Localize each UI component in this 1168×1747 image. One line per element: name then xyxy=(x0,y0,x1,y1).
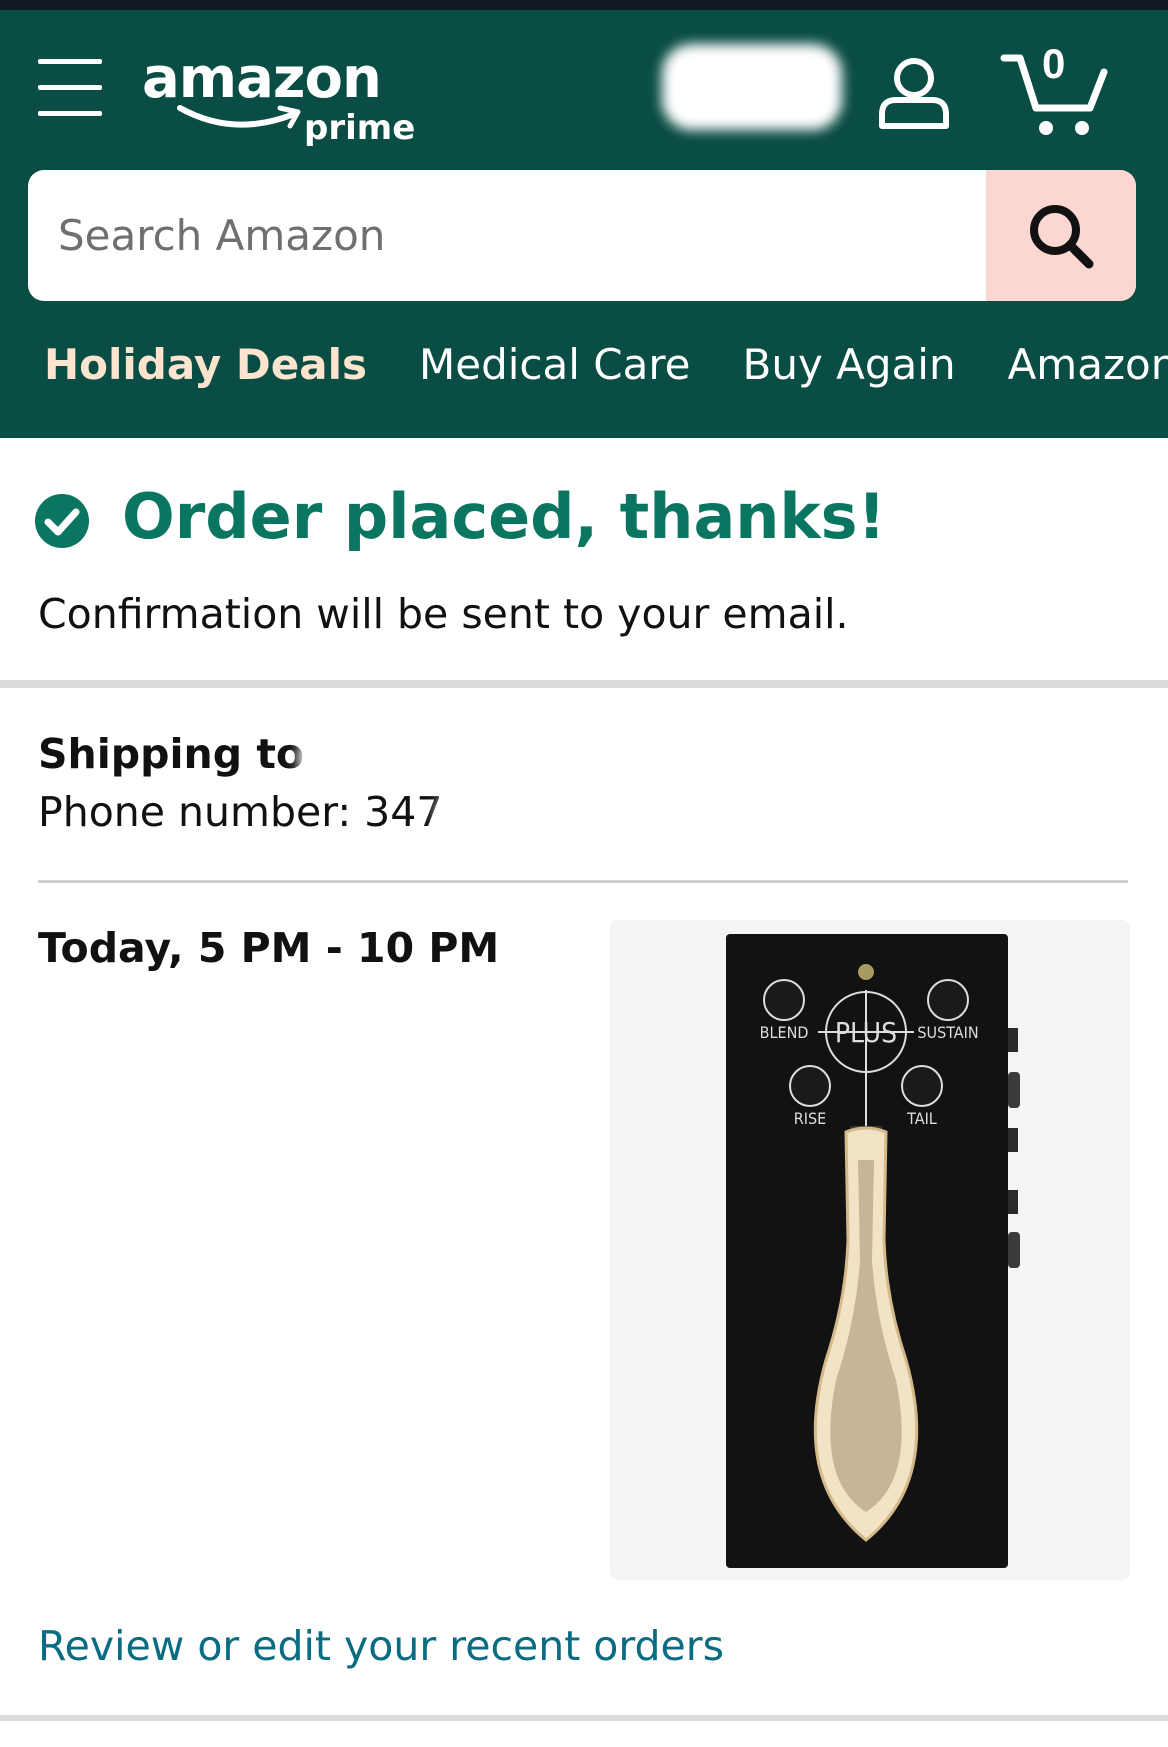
account-chevron-icon[interactable]: › xyxy=(850,72,862,107)
amazon-prime-logo[interactable]: amazon prime xyxy=(142,40,432,160)
cart-button[interactable]: 0 xyxy=(1000,38,1120,138)
confirmation-subtitle: Confirmation will be sent to your email. xyxy=(38,590,849,638)
pedal-blend-label: BLEND xyxy=(760,1023,809,1042)
redacted-phone-digits xyxy=(436,794,664,838)
pedal-sustain-label: SUSTAIN xyxy=(917,1023,978,1042)
search-input[interactable] xyxy=(28,170,988,301)
search-bar xyxy=(28,170,1136,301)
account-icon[interactable] xyxy=(876,54,952,130)
redacted-account-name xyxy=(662,44,842,130)
nav-medical-care[interactable]: Medical Care xyxy=(419,340,691,389)
delivery-window: Today, 5 PM - 10 PM xyxy=(38,924,500,972)
app-header: amazon prime › 0 Holiday Deals Medical Ca… xyxy=(0,10,1168,438)
redacted-shipping-name xyxy=(298,736,1078,780)
search-icon xyxy=(1030,204,1094,268)
shipping-to: Shipping to xyxy=(38,730,304,778)
logo-prime-text: prime xyxy=(304,108,416,148)
section-divider xyxy=(0,680,1168,688)
check-circle-icon xyxy=(35,494,89,548)
pedal-rise-label: RISE xyxy=(794,1109,826,1128)
nav-holiday-deals[interactable]: Holiday Deals xyxy=(44,340,367,389)
menu-icon[interactable] xyxy=(38,59,102,117)
nav-amazon-basics[interactable]: Amazon Ba xyxy=(1008,340,1168,389)
nav-buy-again[interactable]: Buy Again xyxy=(743,340,956,389)
top-strip xyxy=(0,0,1168,10)
order-confirmation: Order placed, thanks! Confirmation will … xyxy=(0,438,1168,680)
review-orders-link[interactable]: Review or edit your recent orders xyxy=(38,1622,724,1670)
shipping-label: Shipping to xyxy=(38,730,305,778)
product-image[interactable]: PLUS BLEND SUSTAIN RISE TAIL xyxy=(610,920,1130,1580)
smile-arrow-icon xyxy=(177,105,301,129)
divider xyxy=(38,880,1128,883)
cart-count: 0 xyxy=(1042,40,1066,87)
pedal-tail-label: TAIL xyxy=(906,1109,937,1128)
pedal-plus-label: PLUS xyxy=(835,1016,897,1049)
bottom-divider xyxy=(0,1715,1168,1721)
confirmation-title: Order placed, thanks! xyxy=(122,480,886,553)
pedal-illustration: PLUS BLEND SUSTAIN RISE TAIL xyxy=(726,934,1020,1568)
nav-bar: Holiday Deals Medical Care Buy Again Amazon… xyxy=(44,340,1168,389)
phone-number: Phone number: 347 xyxy=(38,788,443,836)
search-button[interactable] xyxy=(986,170,1136,301)
